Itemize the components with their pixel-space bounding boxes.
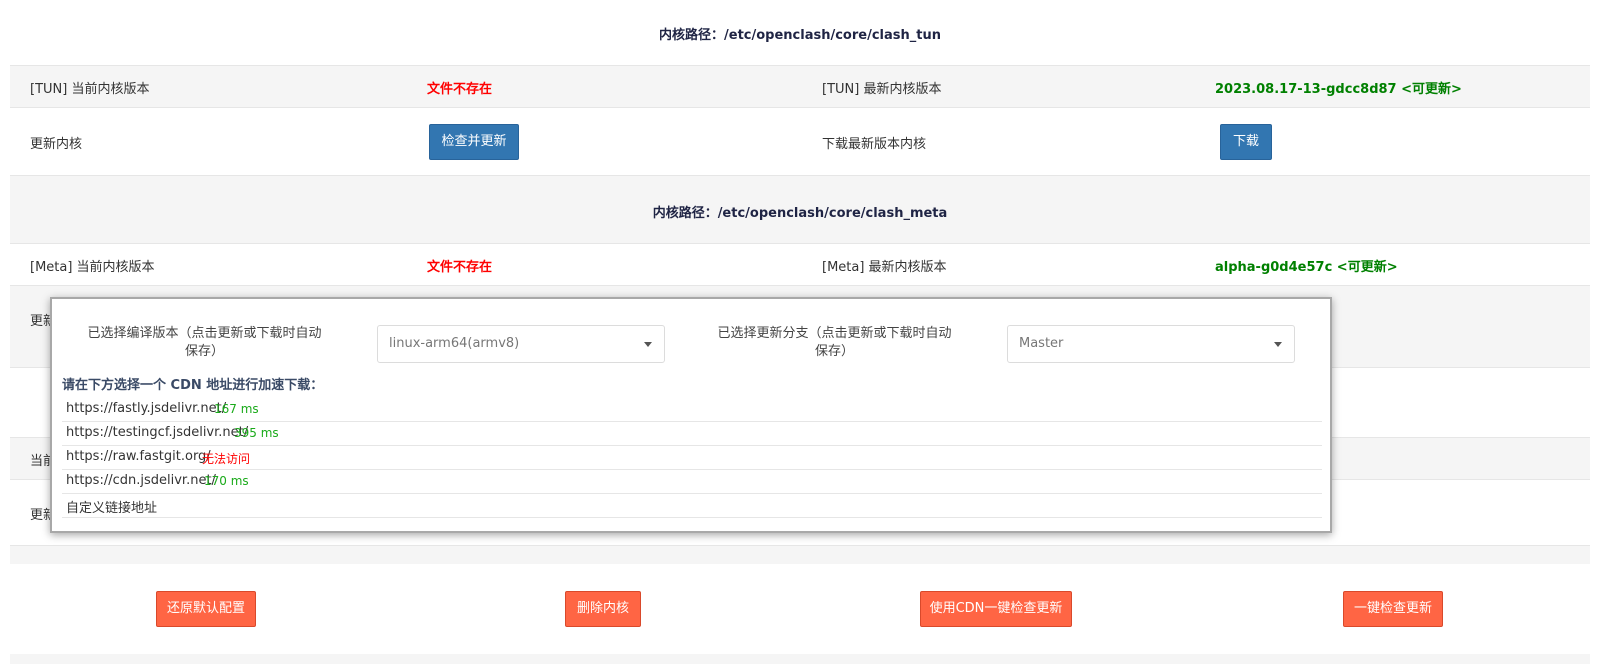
bottom-strip	[10, 654, 1590, 664]
cdn-check-update-button[interactable]: 使用CDN一键检查更新	[920, 591, 1072, 627]
branch-select-value: Master	[1019, 336, 1064, 351]
cdn-select-popup: 已选择编译版本（点击更新或下载时自动保存） linux-arm64(armv8)…	[50, 297, 1332, 533]
footer-actions-row: 还原默认配置 删除内核 使用CDN一键检查更新 一键检查更新	[10, 564, 1590, 654]
tun-check-update-button[interactable]: 检查并更新	[429, 124, 519, 160]
cdn-url: https://cdn.jsdelivr.net/	[66, 473, 216, 488]
cdn-url: https://fastly.jsdelivr.net/	[66, 401, 227, 416]
meta-path-row: 内核路径：/etc/openclash/core/clash_meta	[10, 176, 1590, 244]
cdn-option[interactable]: https://testingcf.jsdelivr.net/ 395 ms	[62, 422, 1322, 446]
restore-default-button[interactable]: 还原默认配置	[156, 591, 256, 627]
chevron-down-icon	[1274, 342, 1282, 347]
cdn-option[interactable]: https://fastly.jsdelivr.net/ 167 ms	[62, 398, 1322, 422]
one-click-check-button[interactable]: 一键检查更新	[1343, 591, 1443, 627]
delete-core-button[interactable]: 删除内核	[565, 591, 641, 627]
meta-latest-label: [Meta] 最新内核版本	[822, 260, 947, 275]
meta-version-row: [Meta] 当前内核版本 文件不存在 [Meta] 最新内核版本 alpha-…	[10, 244, 1590, 286]
tun-download-label: 下载最新版本内核	[822, 137, 927, 152]
arch-select-value: linux-arm64(armv8)	[389, 336, 520, 351]
cdn-latency: 167 ms	[214, 402, 259, 416]
tun-version-row: [TUN] 当前内核版本 文件不存在 [TUN] 最新内核版本 2023.08.…	[10, 66, 1590, 108]
cdn-option-custom[interactable]: 自定义链接地址	[62, 494, 1322, 518]
meta-latest-value: alpha-g0d4e57c <可更新>	[1215, 260, 1398, 275]
meta-current-value: 文件不存在	[427, 260, 493, 275]
tun-path-title: 内核路径：/etc/openclash/core/clash_tun	[659, 28, 941, 43]
branch-select-label: 已选择更新分支（点击更新或下载时自动保存）	[717, 326, 952, 359]
cdn-latency: 无法访问	[202, 452, 251, 466]
branch-select[interactable]: Master	[1007, 325, 1295, 363]
tun-current-value: 文件不存在	[427, 82, 493, 97]
tun-update-row: 更新内核 检查并更新 下载最新版本内核 下载	[10, 108, 1590, 176]
cdn-latency: 170 ms	[204, 474, 249, 488]
tun-path-row: 内核路径：/etc/openclash/core/clash_tun	[10, 0, 1590, 66]
cdn-list-title: 请在下方选择一个 CDN 地址进行加速下载：	[62, 378, 324, 393]
cdn-custom-label: 自定义链接地址	[66, 501, 158, 516]
chevron-down-icon	[644, 342, 652, 347]
tun-latest-label: [TUN] 最新内核版本	[822, 82, 942, 97]
cdn-url: https://testingcf.jsdelivr.net/	[66, 425, 249, 440]
tun-update-label: 更新内核	[30, 137, 83, 152]
cdn-latency: 395 ms	[234, 426, 279, 440]
arch-select[interactable]: linux-arm64(armv8)	[377, 325, 665, 363]
meta-current-label: [Meta] 当前内核版本	[30, 260, 155, 275]
cdn-url: https://raw.fastgit.org/	[66, 449, 211, 464]
spacer-row	[10, 546, 1590, 564]
tun-download-button[interactable]: 下载	[1220, 124, 1272, 160]
tun-current-label: [TUN] 当前内核版本	[30, 82, 150, 97]
arch-select-label: 已选择编译版本（点击更新或下载时自动保存）	[87, 326, 322, 359]
tun-latest-value: 2023.08.17-13-gdcc8d87 <可更新>	[1215, 82, 1462, 97]
cdn-option[interactable]: https://cdn.jsdelivr.net/ 170 ms	[62, 470, 1322, 494]
meta-path-title: 内核路径：/etc/openclash/core/clash_meta	[652, 206, 948, 221]
cdn-option[interactable]: https://raw.fastgit.org/ 无法访问	[62, 446, 1322, 470]
